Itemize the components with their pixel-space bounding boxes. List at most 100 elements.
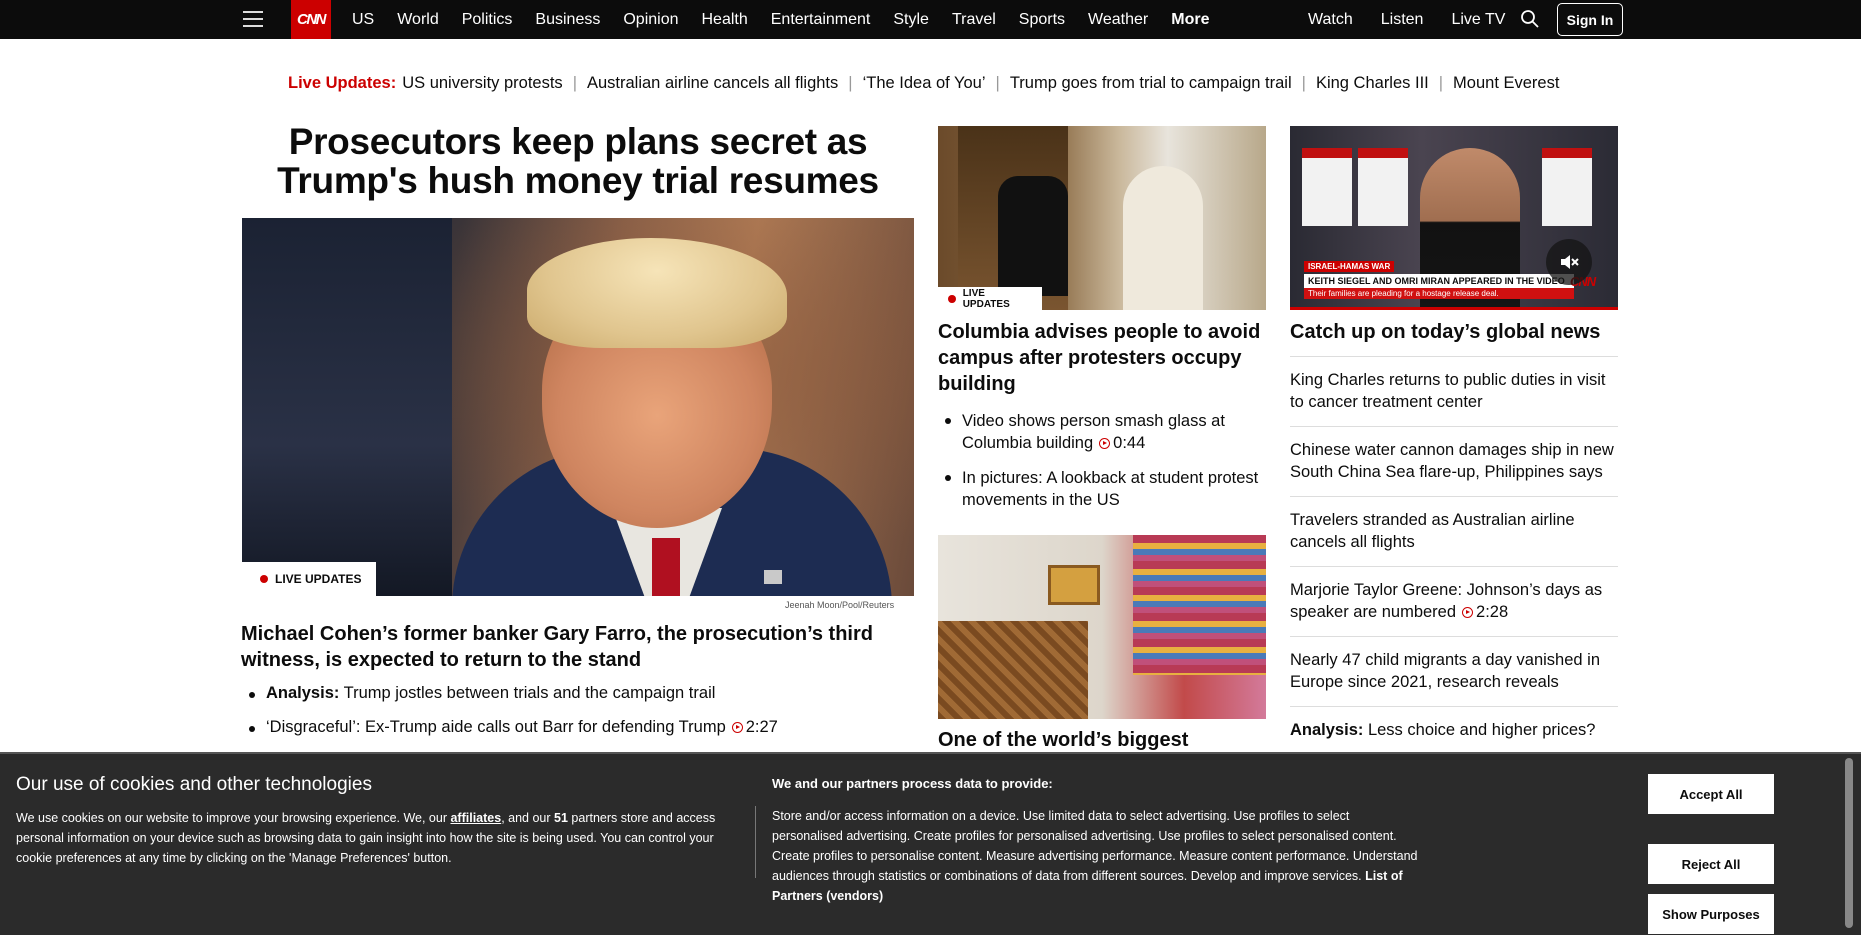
live-link[interactable]: ‘The Idea of You’ bbox=[863, 74, 986, 93]
item-text: Marjorie Taylor Greene: Johnson’s days a… bbox=[1290, 581, 1603, 621]
image-person bbox=[1123, 166, 1203, 310]
search-icon[interactable] bbox=[1520, 9, 1540, 29]
play-icon bbox=[731, 722, 743, 733]
live-dot-icon bbox=[260, 575, 268, 583]
cookie-title: Our use of cookies and other technologie… bbox=[16, 774, 372, 795]
nav-link-health[interactable]: Health bbox=[702, 11, 748, 29]
columbia-headline[interactable]: Columbia advises people to avoid campus … bbox=[938, 319, 1266, 397]
nav-link-live-tv[interactable]: Live TV bbox=[1451, 11, 1505, 29]
live-updates-badge: LIVE UPDATES bbox=[242, 562, 376, 596]
image-shelf bbox=[1133, 535, 1266, 675]
nav-link-more[interactable]: More bbox=[1171, 11, 1209, 29]
nav-link-us[interactable]: US bbox=[352, 11, 374, 29]
bullet-text: Trump jostles between trials and the cam… bbox=[339, 684, 716, 702]
bullet-text: ‘Disgraceful’: Ex-Trump aide calls out B… bbox=[266, 718, 726, 736]
list-item[interactable]: Travelers stranded as Australian airline… bbox=[1290, 497, 1618, 567]
nav-link-politics[interactable]: Politics bbox=[462, 11, 513, 29]
global-news-headline[interactable]: Catch up on today’s global news bbox=[1290, 319, 1618, 345]
accept-all-button[interactable]: Accept All bbox=[1648, 774, 1774, 814]
live-link[interactable]: Australian airline cancels all flights bbox=[587, 74, 838, 93]
divider: | bbox=[995, 73, 1000, 92]
video-lower-third: ISRAEL-HAMAS WAR KEITH SIEGEL AND OMRI M… bbox=[1304, 256, 1574, 299]
speaker-muted-icon bbox=[1561, 255, 1579, 269]
nav-link-style[interactable]: Style bbox=[893, 11, 929, 29]
divider bbox=[755, 806, 756, 878]
image-poster bbox=[1358, 148, 1408, 226]
live-link[interactable]: US university protests bbox=[402, 74, 562, 93]
cookie-text: , and our bbox=[501, 811, 555, 825]
cookie-description: We use cookies on our website to improve… bbox=[16, 808, 749, 868]
badge-label: LIVE UPDATES bbox=[275, 572, 362, 586]
lead-headline[interactable]: Prosecutors keep plans secret as Trump's… bbox=[241, 122, 915, 200]
list-item[interactable]: Marjorie Taylor Greene: Johnson’s days a… bbox=[1290, 567, 1618, 637]
image-poster bbox=[1302, 148, 1352, 226]
purposes-title: We and our partners process data to prov… bbox=[772, 776, 1053, 791]
divider: | bbox=[572, 73, 577, 92]
lead-bullets: Analysis: Trump jostles between trials a… bbox=[241, 684, 915, 752]
video-duration: 2:28 bbox=[1476, 603, 1509, 621]
list-item[interactable]: Video shows person smash glass at Columb… bbox=[938, 410, 1266, 454]
top-nav: CNN US World Politics Business Opinion H… bbox=[0, 0, 1861, 39]
list-item[interactable]: King Charles returns to public duties in… bbox=[1290, 357, 1618, 427]
lead-subhead[interactable]: Michael Cohen’s former banker Gary Farro… bbox=[241, 621, 915, 673]
store-image[interactable] bbox=[938, 535, 1266, 719]
nav-link-entertainment[interactable]: Entertainment bbox=[771, 11, 871, 29]
global-news-list: King Charles returns to public duties in… bbox=[1290, 356, 1618, 755]
show-purposes-button[interactable]: Show Purposes bbox=[1648, 894, 1774, 934]
play-icon bbox=[1462, 607, 1474, 618]
image-officer bbox=[242, 218, 452, 596]
store-headline[interactable]: One of the world’s biggest bbox=[938, 727, 1266, 753]
hamburger-icon[interactable] bbox=[243, 11, 263, 27]
bullet-text: Video shows person smash glass at Columb… bbox=[962, 412, 1225, 452]
nav-link-watch[interactable]: Watch bbox=[1308, 11, 1353, 29]
divider: | bbox=[1438, 73, 1444, 92]
list-item[interactable]: In pictures: A lookback at student prote… bbox=[938, 467, 1266, 511]
nav-link-world[interactable]: World bbox=[397, 11, 439, 29]
nav-link-weather[interactable]: Weather bbox=[1088, 11, 1148, 29]
list-item[interactable]: ‘Disgraceful’: Ex-Trump aide calls out B… bbox=[241, 718, 915, 737]
cookie-text: We use cookies on our website to improve… bbox=[16, 811, 451, 825]
live-updates-strip: Live Updates: US university protests | A… bbox=[288, 73, 1559, 93]
list-item[interactable]: Analysis: Trump jostles between trials a… bbox=[241, 684, 915, 703]
image-poster bbox=[1542, 148, 1592, 226]
live-link[interactable]: King Charles III bbox=[1316, 74, 1429, 93]
mute-icon[interactable] bbox=[1546, 239, 1592, 285]
video-duration: 0:44 bbox=[1113, 434, 1146, 452]
nav-link-travel[interactable]: Travel bbox=[952, 11, 996, 29]
video-caption: KEITH SIEGEL AND OMRI MIRAN APPEARED IN … bbox=[1304, 274, 1574, 288]
nav-link-business[interactable]: Business bbox=[535, 11, 600, 29]
nav-link-listen[interactable]: Listen bbox=[1381, 11, 1424, 29]
cookie-scrollbar[interactable] bbox=[1845, 758, 1853, 928]
live-dot-icon bbox=[948, 294, 956, 303]
video-subcaption: Their families are pleading for a hostag… bbox=[1304, 288, 1574, 299]
purposes-list: Store and/or access information on a dev… bbox=[772, 809, 1418, 883]
nav-right-links: Watch Listen Live TV bbox=[1308, 0, 1533, 39]
analysis-label: Analysis: bbox=[266, 684, 340, 702]
columbia-bullets: Video shows person smash glass at Columb… bbox=[938, 410, 1266, 524]
columbia-image[interactable]: LIVE UPDATES bbox=[938, 126, 1266, 310]
nav-link-sports[interactable]: Sports bbox=[1019, 11, 1065, 29]
bullet-text: In pictures: A lookback at student prote… bbox=[962, 469, 1259, 509]
list-item[interactable]: Nearly 47 child migrants a day vanished … bbox=[1290, 637, 1618, 707]
lead-image[interactable]: LIVE UPDATES bbox=[242, 218, 914, 596]
play-icon bbox=[1099, 438, 1111, 449]
cnn-logo[interactable]: CNN bbox=[291, 0, 331, 39]
live-link[interactable]: Trump goes from trial to campaign trail bbox=[1010, 74, 1292, 93]
reject-all-button[interactable]: Reject All bbox=[1648, 844, 1774, 884]
image-picture bbox=[1048, 565, 1100, 605]
divider: | bbox=[1301, 73, 1306, 92]
live-link[interactable]: Mount Everest bbox=[1453, 74, 1559, 93]
nav-link-opinion[interactable]: Opinion bbox=[623, 11, 678, 29]
sign-in-button[interactable]: Sign In bbox=[1557, 3, 1623, 36]
image-credit: Jeenah Moon/Pool/Reuters bbox=[785, 600, 895, 610]
image-flag-pin bbox=[764, 570, 782, 584]
list-item[interactable]: Analysis: Less choice and higher prices? bbox=[1290, 707, 1618, 755]
list-item[interactable]: Chinese water cannon damages ship in new… bbox=[1290, 427, 1618, 497]
image-officers bbox=[998, 176, 1068, 296]
video-player[interactable]: ISRAEL-HAMAS WAR KEITH SIEGEL AND OMRI M… bbox=[1290, 126, 1618, 310]
affiliates-link[interactable]: affiliates bbox=[450, 811, 501, 825]
video-progress bbox=[1290, 307, 1618, 310]
cookie-banner: Our use of cookies and other technologie… bbox=[0, 752, 1861, 935]
item-text: Less choice and higher prices? bbox=[1363, 721, 1596, 739]
partner-count: 51 bbox=[554, 811, 568, 825]
